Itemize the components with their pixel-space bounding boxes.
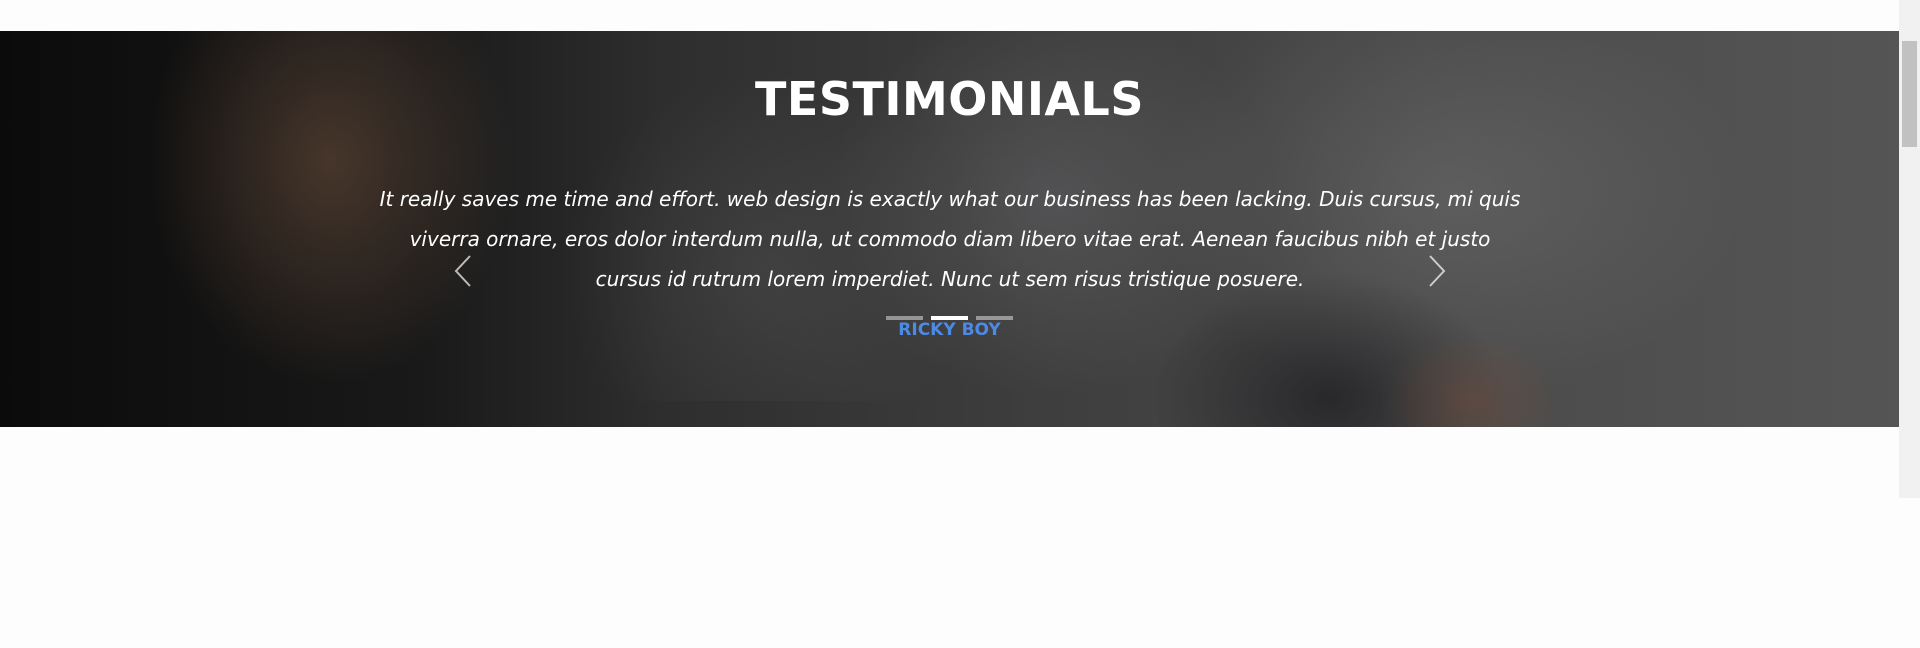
section-title: TESTIMONIALS: [755, 72, 1144, 126]
page: TESTIMONIALS It really saves me time and…: [0, 0, 1920, 648]
testimonial-author: RICKY BOY: [898, 320, 1001, 340]
scrollbar[interactable]: [1899, 0, 1920, 498]
scrollbar-thumb[interactable]: [1902, 41, 1917, 147]
carousel-next-button[interactable]: [1420, 251, 1450, 291]
chevron-right-icon: [1429, 255, 1446, 287]
carousel-prev-button[interactable]: [450, 251, 480, 291]
chevron-left-icon: [454, 255, 471, 287]
background-image-area: [1380, 331, 1560, 427]
testimonial-quote: It really saves me time and effort. web …: [379, 187, 1521, 291]
testimonials-section: TESTIMONIALS It really saves me time and…: [0, 31, 1899, 427]
